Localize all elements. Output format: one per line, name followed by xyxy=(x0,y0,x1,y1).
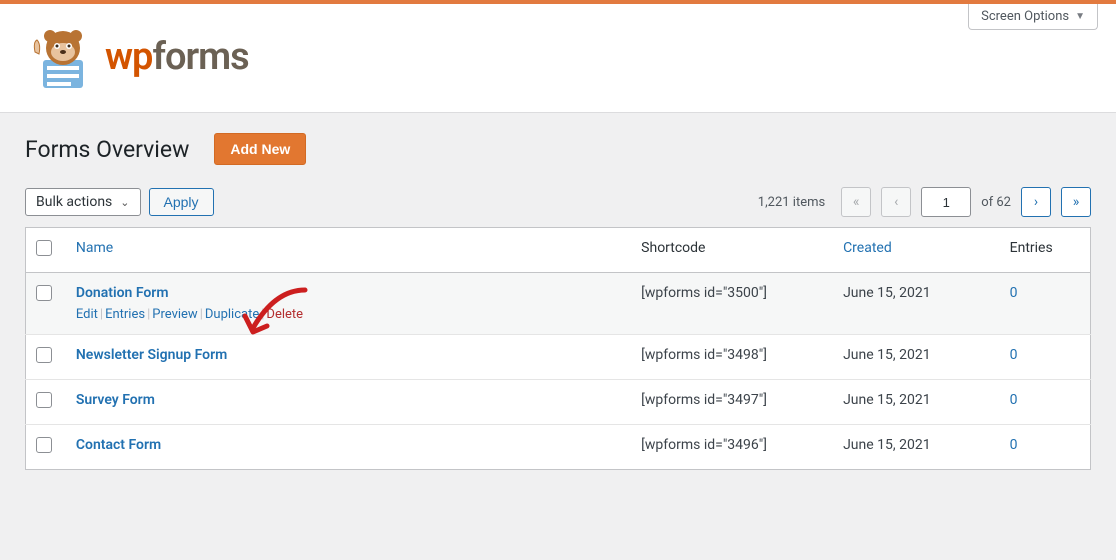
duplicate-link[interactable]: Duplicate xyxy=(205,307,259,322)
created-text: June 15, 2021 xyxy=(843,437,931,453)
col-created-header[interactable]: Created xyxy=(843,240,892,256)
screen-options-label: Screen Options xyxy=(981,9,1069,24)
add-new-button[interactable]: Add New xyxy=(214,133,306,165)
table-row: Contact Form [wpforms id="3496"] June 15, … xyxy=(26,425,1091,470)
created-text: June 15, 2021 xyxy=(843,285,931,301)
logo-text-forms: forms xyxy=(152,35,248,79)
created-text: June 15, 2021 xyxy=(843,392,931,408)
form-title-link[interactable]: Survey Form xyxy=(76,392,155,408)
entries-link[interactable]: Entries xyxy=(105,307,145,322)
shortcode-text: [wpforms id="3498"] xyxy=(641,347,767,363)
apply-button[interactable]: Apply xyxy=(149,188,214,216)
items-count: 1,221 items xyxy=(758,195,825,210)
entries-count-link[interactable]: 0 xyxy=(1010,285,1018,301)
created-text: June 15, 2021 xyxy=(843,347,931,363)
form-title-link[interactable]: Newsletter Signup Form xyxy=(76,347,227,363)
select-all-checkbox[interactable] xyxy=(36,240,52,256)
entries-count-link[interactable]: 0 xyxy=(1010,437,1018,453)
page-title: Forms Overview xyxy=(25,136,189,163)
row-checkbox[interactable] xyxy=(36,285,52,301)
page-last-button[interactable]: » xyxy=(1061,187,1091,217)
page-first-button[interactable]: « xyxy=(841,187,871,217)
page-next-button[interactable]: › xyxy=(1021,187,1051,217)
logo: wpforms xyxy=(25,22,1091,92)
entries-count-link[interactable]: 0 xyxy=(1010,392,1018,408)
row-checkbox[interactable] xyxy=(36,392,52,408)
edit-link[interactable]: Edit xyxy=(76,307,98,322)
pagination: 1,221 items « ‹ of 62 › » xyxy=(758,187,1091,217)
filter-row: Bulk actions ⌄ Apply 1,221 items « ‹ of … xyxy=(0,187,1116,227)
bulk-actions-select[interactable]: Bulk actions ⌄ xyxy=(25,188,141,216)
form-title-link[interactable]: Donation Form xyxy=(76,285,169,301)
entries-count-link[interactable]: 0 xyxy=(1010,347,1018,363)
table-row: Newsletter Signup Form [wpforms id="3498"… xyxy=(26,335,1091,380)
row-actions: Edit|Entries|Preview|Duplicate|Delete xyxy=(76,307,621,322)
col-shortcode-header: Shortcode xyxy=(631,228,833,273)
chevron-down-icon: ⌄ xyxy=(120,196,129,209)
page-total-label: of 62 xyxy=(981,195,1011,210)
wpforms-mascot-icon xyxy=(25,22,95,92)
table-row: Survey Form [wpforms id="3497"] June 15, 2… xyxy=(26,380,1091,425)
row-checkbox[interactable] xyxy=(36,347,52,363)
screen-options-toggle[interactable]: Screen Options ▼ xyxy=(968,4,1098,30)
shortcode-text: [wpforms id="3497"] xyxy=(641,392,767,408)
bulk-actions-label: Bulk actions xyxy=(36,194,112,210)
col-entries-header: Entries xyxy=(1000,228,1091,273)
forms-table: Name Shortcode Created Entries Donation … xyxy=(25,227,1091,470)
shortcode-text: [wpforms id="3500"] xyxy=(641,285,767,301)
form-title-link[interactable]: Contact Form xyxy=(76,437,161,453)
row-checkbox[interactable] xyxy=(36,437,52,453)
preview-link[interactable]: Preview xyxy=(152,307,197,322)
page-header: Forms Overview Add New xyxy=(0,113,1116,187)
delete-link[interactable]: Delete xyxy=(266,307,303,322)
chevron-down-icon: ▼ xyxy=(1075,11,1085,22)
page-current-input[interactable] xyxy=(921,187,971,217)
logo-area: wpforms xyxy=(0,4,1116,113)
page-prev-button[interactable]: ‹ xyxy=(881,187,911,217)
col-name-header[interactable]: Name xyxy=(76,240,113,256)
logo-text-wp: wp xyxy=(105,35,152,79)
logo-text: wpforms xyxy=(105,35,249,79)
table-row: Donation Form Edit|Entries|Preview|Duplic… xyxy=(26,273,1091,335)
shortcode-text: [wpforms id="3496"] xyxy=(641,437,767,453)
